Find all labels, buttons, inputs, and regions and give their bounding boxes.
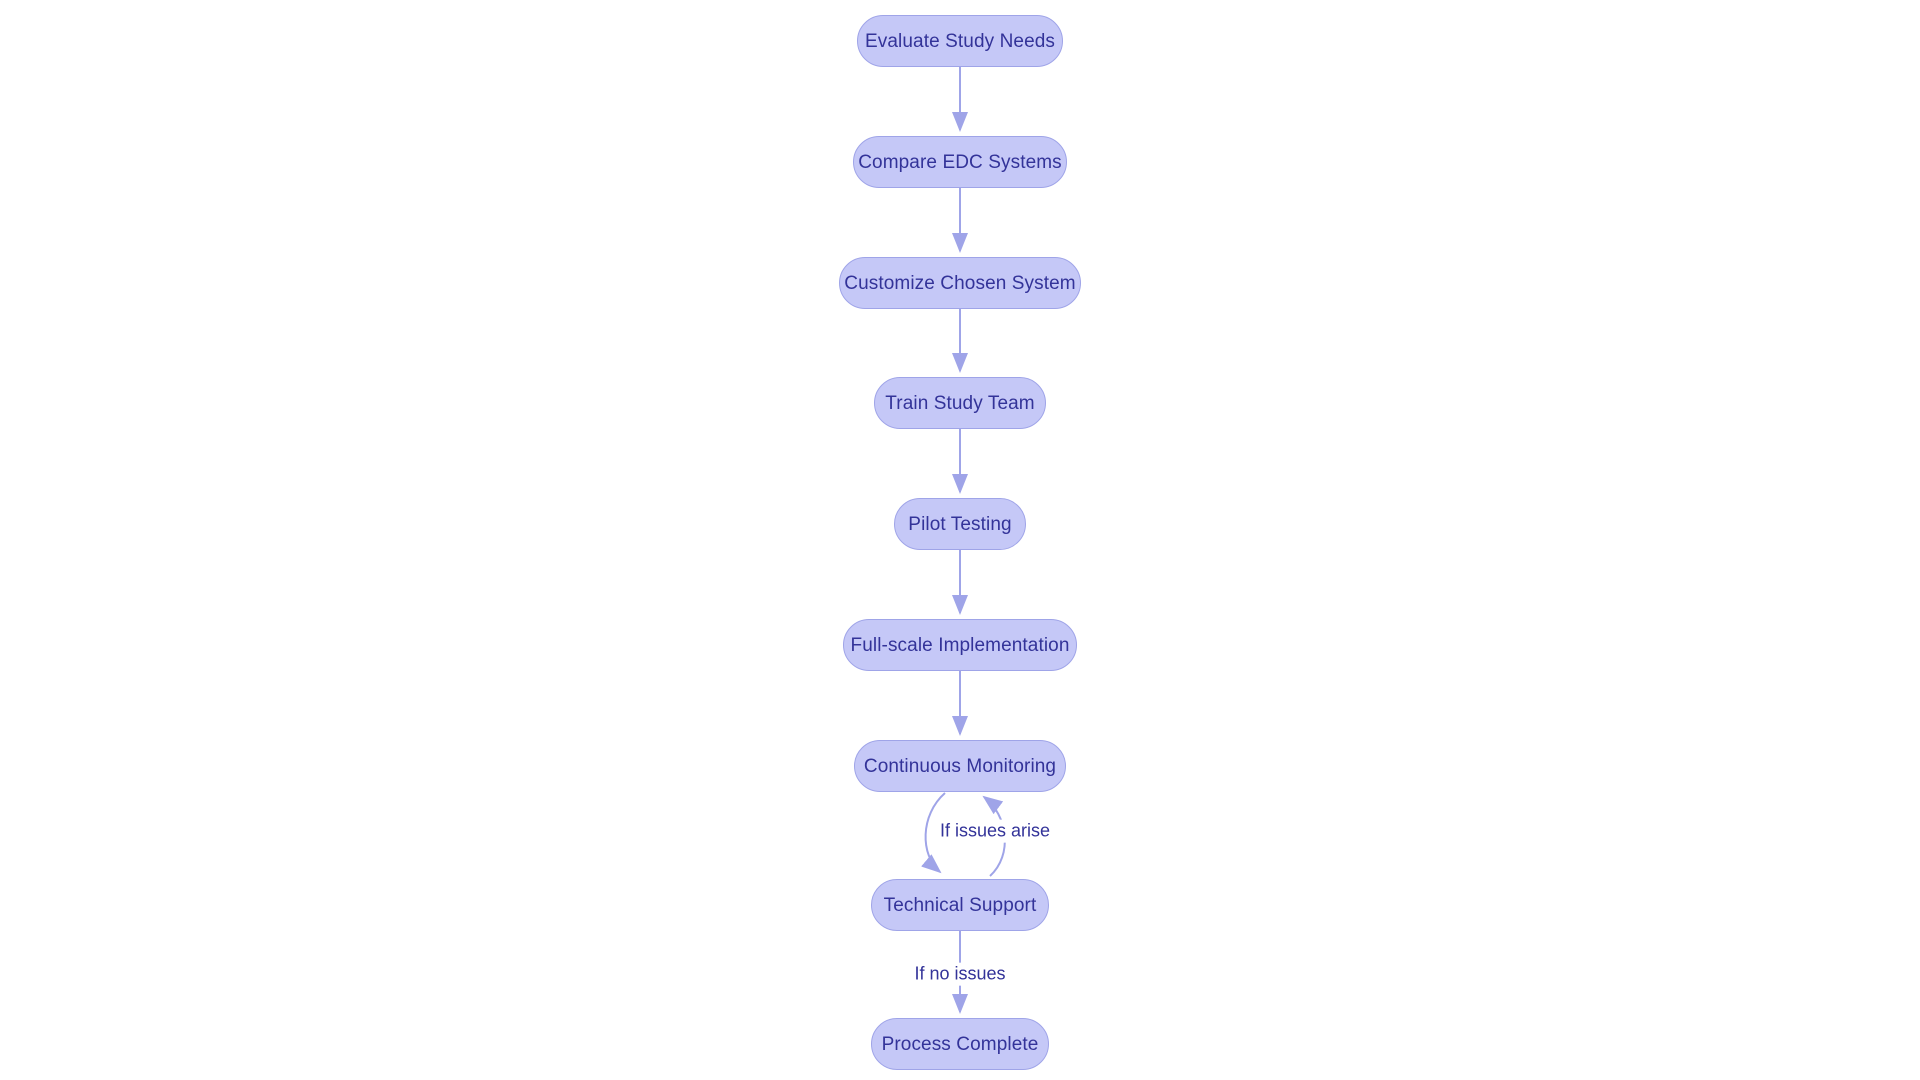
node-technical-support[interactable]: Technical Support: [871, 879, 1049, 931]
node-label: Compare EDC Systems: [858, 151, 1062, 173]
node-pilot-testing[interactable]: Pilot Testing: [894, 498, 1026, 550]
node-label: Pilot Testing: [908, 513, 1012, 535]
node-train-study-team[interactable]: Train Study Team: [874, 377, 1046, 429]
edge-label-if-issues-arise: If issues arise: [935, 819, 1055, 843]
node-label: Full-scale Implementation: [850, 634, 1070, 656]
node-full-scale-implementation[interactable]: Full-scale Implementation: [843, 619, 1077, 671]
node-label: Technical Support: [883, 894, 1037, 916]
node-label: Process Complete: [881, 1033, 1039, 1055]
flowchart-canvas: Evaluate Study Needs Compare EDC Systems…: [0, 0, 1920, 1080]
node-label: Train Study Team: [885, 392, 1035, 414]
node-label: Continuous Monitoring: [863, 755, 1057, 777]
node-process-complete[interactable]: Process Complete: [871, 1018, 1049, 1070]
node-customize-chosen-system[interactable]: Customize Chosen System: [839, 257, 1081, 309]
node-continuous-monitoring[interactable]: Continuous Monitoring: [854, 740, 1066, 792]
node-evaluate-study-needs[interactable]: Evaluate Study Needs: [857, 15, 1063, 67]
node-label: Customize Chosen System: [844, 272, 1076, 294]
node-label: Evaluate Study Needs: [865, 30, 1056, 52]
edge-label-if-no-issues: If no issues: [910, 962, 1010, 986]
node-layer: Evaluate Study Needs Compare EDC Systems…: [0, 0, 1920, 1080]
node-compare-edc-systems[interactable]: Compare EDC Systems: [853, 136, 1067, 188]
